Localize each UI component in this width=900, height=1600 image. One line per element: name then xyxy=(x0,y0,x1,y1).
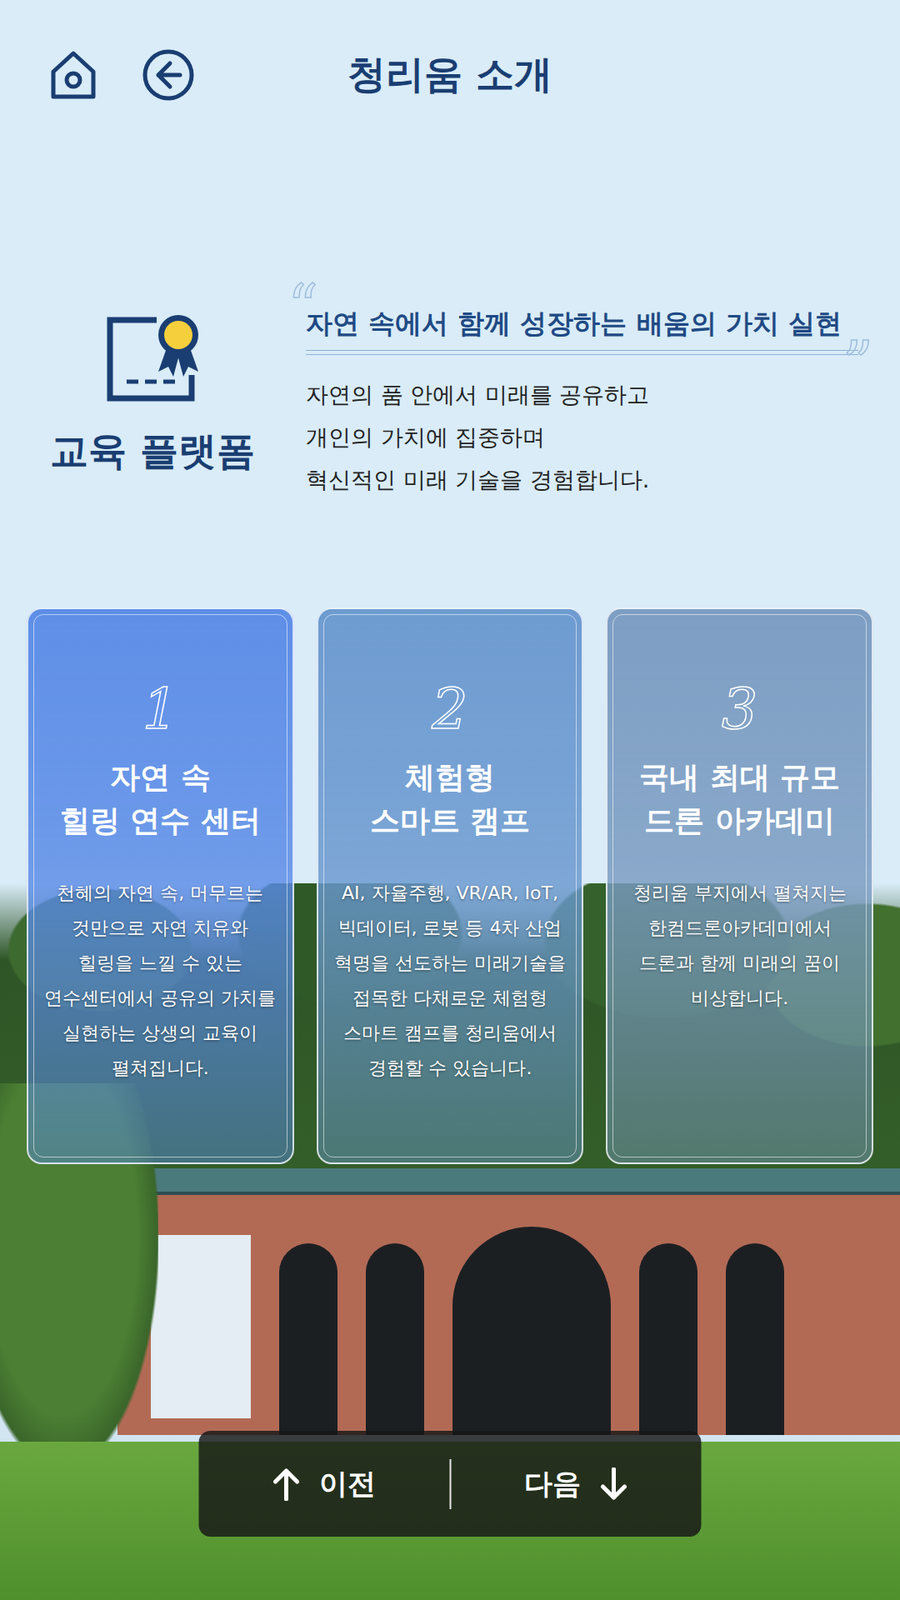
open-quote: “ xyxy=(287,276,319,337)
card-number: 3 xyxy=(615,674,864,745)
card-body: AI, 자율주행, VR/AR, IoT,빅데이터, 로봇 등 4차 산업혁명을… xyxy=(326,875,575,1086)
card-title: 자연 속힐링 연수 센터 xyxy=(36,755,285,843)
card-number: 1 xyxy=(36,674,285,745)
intro-heading: 자연 속에서 함께 성장하는 배움의 가치 실현 xyxy=(305,306,867,342)
pager: 이전 다음 xyxy=(199,1430,702,1537)
card-body: 천혜의 자연 속, 머무르는것만으로 자연 치유와힐링을 느낄 수 있는연수센터… xyxy=(36,875,285,1086)
card-title: 국내 최대 규모드론 아카데미 xyxy=(615,755,864,843)
up-arrow-icon[interactable] xyxy=(272,1467,301,1501)
back-button[interactable] xyxy=(141,48,195,102)
certificate-icon xyxy=(101,305,205,409)
feature-cards: 1 자연 속힐링 연수 센터 천혜의 자연 속, 머무르는것만으로 자연 치유와… xyxy=(0,607,900,1165)
close-quote: ” xyxy=(842,333,874,394)
page-title: 청리움 소개 xyxy=(347,49,553,101)
prev-button[interactable]: 이전 xyxy=(199,1448,450,1520)
feature-card: 2 체험형스마트 캠프 AI, 자율주행, VR/AR, IoT,빅데이터, 로… xyxy=(316,607,585,1165)
back-arrow-icon[interactable] xyxy=(141,48,195,102)
intro-page: 청리움 소개 교육 플랫폼 “ 자연 속에서 함께 성장하는 배움의 가치 실현… xyxy=(0,0,900,1600)
intro-label: 교육 플랫폼 xyxy=(50,428,255,475)
intro-text: 자연의 품 안에서 미래를 공유하고개인의 가치에 집중하며혁신적인 미래 기술… xyxy=(305,373,867,501)
feature-card: 3 국내 최대 규모드론 아카데미 청리움 부지에서 펼쳐지는한컴드론아카데미에… xyxy=(605,607,874,1165)
down-arrow-icon[interactable] xyxy=(599,1467,628,1501)
home-icon[interactable] xyxy=(46,48,100,102)
feature-card: 1 자연 속힐링 연수 센터 천혜의 자연 속, 머무르는것만으로 자연 치유와… xyxy=(26,607,295,1165)
intro-section: 교육 플랫폼 “ 자연 속에서 함께 성장하는 배움의 가치 실현 ” 자연의 … xyxy=(0,305,900,501)
card-number: 2 xyxy=(326,674,575,745)
header: 청리움 소개 xyxy=(0,0,900,150)
next-button[interactable]: 다음 xyxy=(450,1448,702,1520)
card-body: 청리움 부지에서 펼쳐지는한컴드론아카데미에서드론과 함께 미래의 꿈이비상합니… xyxy=(615,875,864,1016)
home-button[interactable] xyxy=(46,48,100,102)
card-title: 체험형스마트 캠프 xyxy=(326,755,575,843)
